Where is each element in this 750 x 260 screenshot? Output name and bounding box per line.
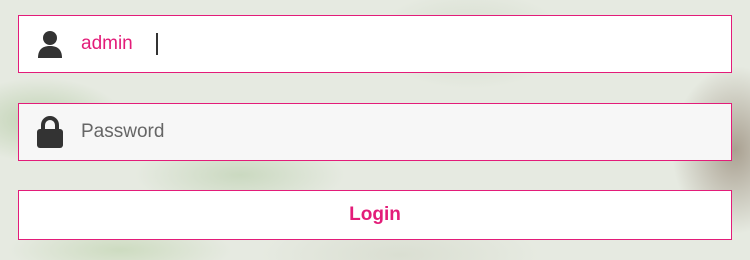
login-button[interactable]: Login (18, 190, 732, 240)
user-icon (35, 27, 65, 61)
password-field[interactable] (18, 103, 732, 161)
username-field[interactable] (18, 15, 732, 73)
login-form: Login (18, 15, 732, 240)
text-cursor (156, 33, 158, 55)
username-input[interactable] (81, 16, 711, 72)
password-input[interactable] (81, 104, 711, 160)
lock-icon (35, 115, 65, 149)
